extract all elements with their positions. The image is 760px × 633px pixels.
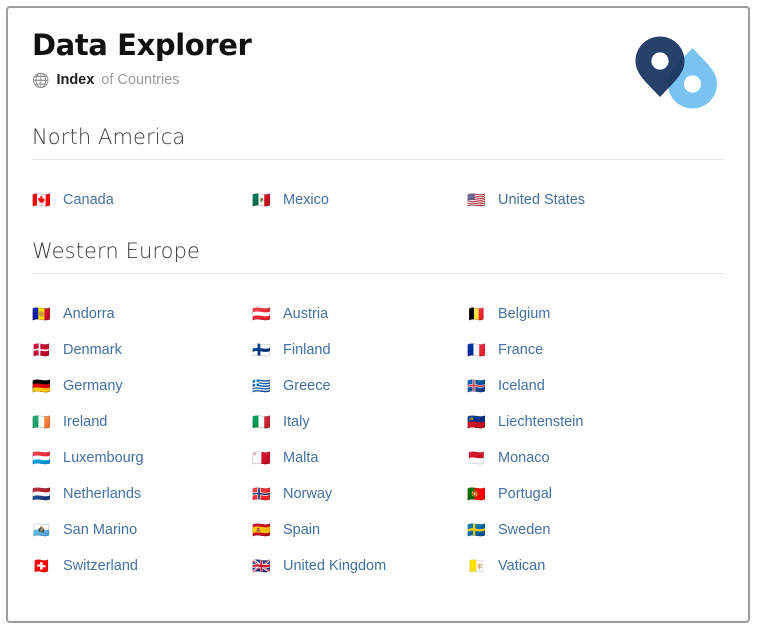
country-name: Sweden: [498, 522, 551, 538]
flag-icon: 🇻🇦: [467, 556, 486, 575]
flag-icon: 🇲🇹: [252, 448, 271, 467]
country-name: San Marino: [63, 522, 138, 538]
country-link[interactable]: 🇲🇨 Monaco: [467, 440, 724, 476]
flag-icon: 🇲🇨: [467, 448, 486, 467]
section: North America 🇨🇦 Canada 🇲🇽 Mexico 🇺🇸 United St…: [32, 124, 724, 218]
country-name: Monaco: [498, 450, 550, 466]
country-grid: 🇦🇩 Andorra 🇦🇹 Austria 🇧🇪 Belgium 🇩🇰 Denmark 🇫🇮 Fi…: [32, 296, 724, 584]
country-name: Netherlands: [63, 486, 142, 502]
flag-icon: 🇩🇰: [32, 340, 51, 359]
country-link[interactable]: 🇸🇲 San Marino: [32, 512, 252, 548]
section-divider: [32, 159, 724, 160]
subtitle-strong-text: Index: [56, 72, 95, 88]
country-name: Canada: [63, 192, 114, 208]
subtitle-muted-text: of Countries: [101, 72, 180, 88]
country-link[interactable]: 🇦🇹 Austria: [252, 296, 467, 332]
country-link[interactable]: 🇲🇽 Mexico: [252, 182, 467, 218]
country-link[interactable]: 🇨🇭 Switzerland: [32, 548, 252, 584]
country-link[interactable]: 🇺🇸 United States: [467, 182, 724, 218]
flag-icon: 🇸🇪: [467, 520, 486, 539]
flag-icon: 🇱🇮: [467, 412, 486, 431]
flag-icon: 🇳🇴: [252, 484, 271, 503]
flag-icon: 🇵🇹: [467, 484, 486, 503]
country-link[interactable]: 🇱🇮 Liechtenstein: [467, 404, 724, 440]
sections-container: North America 🇨🇦 Canada 🇲🇽 Mexico 🇺🇸 United St…: [32, 124, 724, 584]
country-name: Finland: [283, 342, 331, 358]
country-link[interactable]: 🇩🇰 Denmark: [32, 332, 252, 368]
flag-icon: 🇮🇸: [467, 376, 486, 395]
flag-icon: 🇧🇪: [467, 304, 486, 323]
flag-icon: 🇲🇽: [252, 190, 271, 209]
section-heading: North America: [32, 125, 186, 149]
flag-icon: 🇦🇩: [32, 304, 51, 323]
country-name: United States: [498, 192, 586, 208]
page-subtitle: 🌐 Index of Countries: [32, 71, 724, 89]
section: Western Europe 🇦🇩 Andorra 🇦🇹 Austria 🇧🇪 Belgiu…: [32, 238, 724, 584]
country-name: Ireland: [63, 414, 108, 430]
globe-with-meridians-icon: 🌐: [32, 72, 50, 88]
flag-icon: 🇩🇪: [32, 376, 51, 395]
country-link[interactable]: 🇮🇪 Ireland: [32, 404, 252, 440]
country-link[interactable]: 🇬🇷 Greece: [252, 368, 467, 404]
page-title: Data Explorer: [32, 28, 252, 62]
country-link[interactable]: 🇪🇸 Spain: [252, 512, 467, 548]
flag-icon: 🇨🇭: [32, 556, 51, 575]
flag-icon: 🇫🇷: [467, 340, 486, 359]
country-link[interactable]: 🇳🇴 Norway: [252, 476, 467, 512]
country-name: Malta: [283, 450, 319, 466]
section-heading: Western Europe: [32, 239, 201, 263]
country-name: Iceland: [498, 378, 545, 394]
country-link[interactable]: 🇮🇸 Iceland: [467, 368, 724, 404]
country-name: Switzerland: [63, 558, 138, 574]
country-name: Portugal: [498, 486, 553, 502]
flag-icon: 🇸🇲: [32, 520, 51, 539]
country-name: Vatican: [498, 558, 546, 574]
country-name: Greece: [283, 378, 331, 394]
flag-icon: 🇫🇮: [252, 340, 271, 359]
map-pin-duo-logo: [630, 34, 722, 110]
country-link[interactable]: 🇻🇦 Vatican: [467, 548, 724, 584]
country-link[interactable]: 🇫🇷 France: [467, 332, 724, 368]
country-link[interactable]: 🇦🇩 Andorra: [32, 296, 252, 332]
country-name: Andorra: [63, 306, 115, 322]
flag-icon: 🇮🇹: [252, 412, 271, 431]
country-link[interactable]: 🇬🇧 United Kingdom: [252, 548, 467, 584]
flag-icon: 🇮🇪: [32, 412, 51, 431]
country-name: Norway: [283, 486, 333, 502]
section-divider: [32, 273, 724, 274]
country-link[interactable]: 🇵🇹 Portugal: [467, 476, 724, 512]
country-name: France: [498, 342, 544, 358]
country-link[interactable]: 🇫🇮 Finland: [252, 332, 467, 368]
country-name: Mexico: [283, 192, 329, 208]
flag-icon: 🇱🇺: [32, 448, 51, 467]
country-name: United Kingdom: [283, 558, 387, 574]
flag-icon: 🇪🇸: [252, 520, 271, 539]
page-header: Data Explorer 🌐 Index of Countries: [32, 28, 724, 116]
flag-icon: 🇨🇦: [32, 190, 51, 209]
country-name: Luxembourg: [63, 450, 144, 466]
country-link[interactable]: 🇧🇪 Belgium: [467, 296, 724, 332]
country-link[interactable]: 🇮🇹 Italy: [252, 404, 467, 440]
country-name: Austria: [283, 306, 329, 322]
flag-icon: 🇳🇱: [32, 484, 51, 503]
country-link[interactable]: 🇲🇹 Malta: [252, 440, 467, 476]
country-name: Germany: [63, 378, 123, 394]
country-name: Belgium: [498, 306, 551, 322]
country-link[interactable]: 🇱🇺 Luxembourg: [32, 440, 252, 476]
country-link[interactable]: 🇩🇪 Germany: [32, 368, 252, 404]
flag-icon: 🇬🇧: [252, 556, 271, 575]
country-name: Denmark: [63, 342, 122, 358]
page-card: Data Explorer 🌐 Index of Countries North…: [6, 6, 750, 623]
country-link[interactable]: 🇨🇦 Canada: [32, 182, 252, 218]
country-name: Liechtenstein: [498, 414, 584, 430]
country-grid: 🇨🇦 Canada 🇲🇽 Mexico 🇺🇸 United States: [32, 182, 724, 218]
flag-icon: 🇬🇷: [252, 376, 271, 395]
flag-icon: 🇦🇹: [252, 304, 271, 323]
country-link[interactable]: 🇳🇱 Netherlands: [32, 476, 252, 512]
country-link[interactable]: 🇸🇪 Sweden: [467, 512, 724, 548]
country-name: Spain: [283, 522, 321, 538]
flag-icon: 🇺🇸: [467, 190, 486, 209]
country-name: Italy: [283, 414, 310, 430]
